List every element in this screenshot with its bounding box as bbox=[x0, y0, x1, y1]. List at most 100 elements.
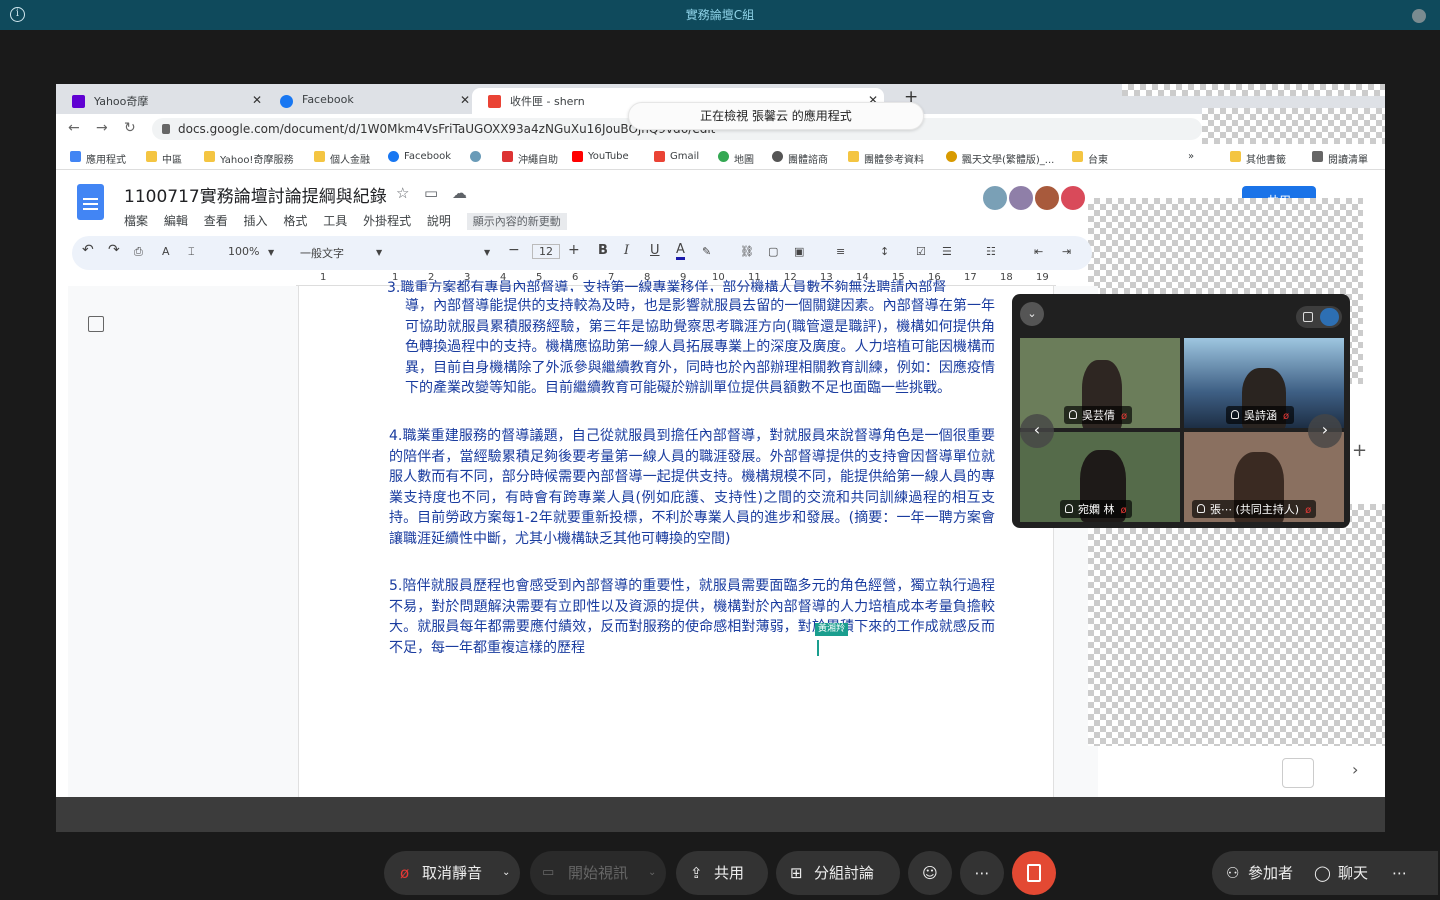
bookmark-site[interactable]: 沖繩自助 bbox=[502, 151, 558, 166]
font-size-field[interactable]: 12 bbox=[532, 244, 560, 259]
underline-icon[interactable]: U bbox=[650, 243, 660, 258]
document-title[interactable]: 1100717實務論壇討論提綱與紀錄 bbox=[124, 182, 387, 207]
checklist-icon[interactable]: ☑ bbox=[916, 245, 926, 258]
more-icon: ⋯ bbox=[974, 864, 990, 882]
avatar[interactable] bbox=[1059, 184, 1087, 212]
italic-icon[interactable]: I bbox=[624, 243, 629, 258]
docs-logo-icon[interactable] bbox=[77, 184, 104, 220]
redo-icon[interactable]: ↷ bbox=[108, 242, 120, 258]
forward-icon[interactable]: → bbox=[96, 120, 108, 136]
tab-label: Yahoo奇摩 bbox=[94, 95, 149, 108]
print-icon[interactable]: ⎙ bbox=[134, 245, 143, 259]
menu-tools[interactable]: 工具 bbox=[323, 214, 347, 228]
chat-button[interactable]: 聊天 bbox=[1338, 851, 1368, 895]
previous-page-icon[interactable]: ‹ bbox=[1020, 414, 1054, 448]
paint-format-icon[interactable]: ⌶ bbox=[188, 245, 195, 259]
bookmark-folder[interactable]: 中區 bbox=[146, 151, 182, 166]
menu-addons[interactable]: 外掛程式 bbox=[363, 214, 411, 228]
bookmark-folder[interactable]: 團體參考資料 bbox=[848, 151, 924, 166]
mic-icon bbox=[1069, 410, 1077, 419]
undo-icon[interactable]: ↶ bbox=[82, 242, 94, 258]
comment-icon[interactable]: ▢ bbox=[768, 245, 778, 258]
bookmark-youtube[interactable]: YouTube bbox=[572, 151, 629, 162]
leave-button[interactable] bbox=[1012, 851, 1056, 895]
chevron-right-icon[interactable]: › bbox=[1352, 760, 1358, 779]
bookmark-folder[interactable]: Yahoo!奇摩服務 bbox=[204, 151, 293, 166]
explore-icon[interactable] bbox=[1282, 758, 1314, 788]
reactions-button[interactable]: ☺ bbox=[908, 851, 952, 895]
back-icon[interactable]: ← bbox=[68, 120, 80, 136]
bookmark-other[interactable]: 其他書籤 bbox=[1230, 151, 1286, 166]
close-icon[interactable]: ✕ bbox=[252, 93, 262, 107]
bookmark-site[interactable]: 飄天文學(繁體版)_... bbox=[946, 151, 1054, 166]
participants-icon: ⚇ bbox=[1226, 864, 1240, 882]
tab-yahoo[interactable]: Yahoo奇摩 ✕ bbox=[56, 88, 268, 114]
video-tile[interactable]: 吳芸倩 ø bbox=[1020, 338, 1180, 428]
gallery-view-icon[interactable] bbox=[1320, 308, 1339, 326]
menu-format[interactable]: 格式 bbox=[283, 214, 307, 228]
decrease-indent-icon[interactable]: ⇤ bbox=[1034, 245, 1043, 258]
obscured-region bbox=[1088, 504, 1385, 746]
more-button[interactable]: ⋯ bbox=[960, 851, 1004, 895]
collapse-icon[interactable]: ⌄ bbox=[1020, 302, 1044, 326]
more-options-icon[interactable]: ⋯ bbox=[1392, 851, 1407, 895]
bookmark-facebook[interactable]: Facebook bbox=[388, 151, 451, 162]
zoom-select[interactable]: 100% bbox=[228, 245, 259, 258]
next-page-icon[interactable]: › bbox=[1308, 414, 1342, 448]
document-page[interactable]: 3.職重方案都有專員內部督導，支持第一線專業移佯，部分機構人員數不夠無法聘請內部… bbox=[298, 280, 1054, 798]
bookmark-folder[interactable]: 台東 bbox=[1072, 151, 1108, 166]
link-icon[interactable]: ⛓ bbox=[740, 245, 754, 258]
text-color-icon[interactable]: A bbox=[676, 242, 685, 260]
settings-icon[interactable] bbox=[1412, 9, 1426, 23]
close-icon[interactable]: ✕ bbox=[460, 93, 470, 107]
bookmarks-overflow[interactable]: » bbox=[1188, 151, 1194, 162]
speaker-view-icon[interactable] bbox=[1303, 312, 1313, 322]
avatar[interactable] bbox=[1033, 184, 1061, 212]
menu-edit[interactable]: 編輯 bbox=[164, 214, 188, 228]
increase-indent-icon[interactable]: ⇥ bbox=[1062, 245, 1071, 258]
chevron-down-icon[interactable]: ⌄ bbox=[648, 851, 656, 895]
reading-list[interactable]: 閱讀清單 bbox=[1312, 151, 1368, 166]
bookmark-gmail[interactable]: Gmail bbox=[654, 151, 699, 162]
line-spacing-icon[interactable]: ↕ bbox=[880, 245, 889, 258]
unmute-button[interactable]: ø 取消靜音 ⌄ bbox=[384, 851, 520, 895]
spellcheck-icon[interactable]: A bbox=[162, 245, 170, 258]
move-folder-icon[interactable]: ▭ bbox=[424, 184, 438, 202]
yahoo-icon bbox=[72, 95, 85, 108]
numbered-list-icon[interactable]: ☷ bbox=[986, 245, 996, 258]
reload-icon[interactable]: ↻ bbox=[124, 120, 136, 136]
paragraph-style-select[interactable]: 一般文字 bbox=[300, 245, 344, 261]
see-new-changes-button[interactable]: 顯示內容的新更動 bbox=[466, 213, 567, 230]
menu-view[interactable]: 查看 bbox=[204, 214, 228, 228]
cloud-status-icon[interactable]: ☁ bbox=[452, 184, 467, 202]
chevron-down-icon[interactable]: ⌄ bbox=[502, 851, 510, 895]
participants-button[interactable]: 參加者 bbox=[1248, 851, 1293, 895]
bold-icon[interactable]: B bbox=[598, 243, 608, 258]
align-icon[interactable]: ≡ bbox=[836, 245, 845, 258]
outline-icon[interactable] bbox=[88, 316, 104, 332]
start-video-button[interactable]: ▭ 開始視訊 ⌄ bbox=[530, 851, 666, 895]
star-icon[interactable]: ☆ bbox=[396, 184, 409, 202]
bookmark-folder[interactable]: 個人金融 bbox=[314, 151, 370, 166]
chevron-down-icon: ▼ bbox=[484, 248, 491, 257]
bookmark-maps[interactable]: 地圖 bbox=[718, 151, 754, 166]
add-icon[interactable]: + bbox=[1352, 440, 1367, 461]
highlight-icon[interactable]: ✎ bbox=[702, 245, 711, 258]
tab-facebook[interactable]: Facebook ✕ bbox=[264, 88, 476, 114]
paragraph-5: 5.陪伴就服員歷程也會感受到內部督導的重要性，就服員需要面臨多元的角色經營，獨立… bbox=[389, 578, 995, 656]
menu-help[interactable]: 說明 bbox=[427, 214, 451, 228]
breakout-rooms-button[interactable]: ⊞ 分組討論 bbox=[776, 851, 900, 895]
bookmark-apps[interactable]: 應用程式 bbox=[70, 151, 126, 166]
increase-font-icon[interactable]: + bbox=[568, 242, 580, 258]
share-icon: ⇪ bbox=[690, 864, 703, 882]
avatar[interactable] bbox=[1007, 184, 1035, 212]
view-toggle[interactable] bbox=[1296, 306, 1342, 328]
avatar[interactable] bbox=[981, 184, 1009, 212]
bookmark-site[interactable]: 團體諮商 bbox=[772, 151, 828, 166]
menu-file[interactable]: 檔案 bbox=[124, 214, 148, 228]
image-icon[interactable]: ▣ bbox=[794, 245, 804, 258]
share-button[interactable]: ⇪ 共用 bbox=[676, 851, 768, 895]
bullet-list-icon[interactable]: ☰ bbox=[942, 245, 952, 258]
menu-insert[interactable]: 插入 bbox=[244, 214, 268, 228]
decrease-font-icon[interactable]: − bbox=[508, 242, 520, 258]
